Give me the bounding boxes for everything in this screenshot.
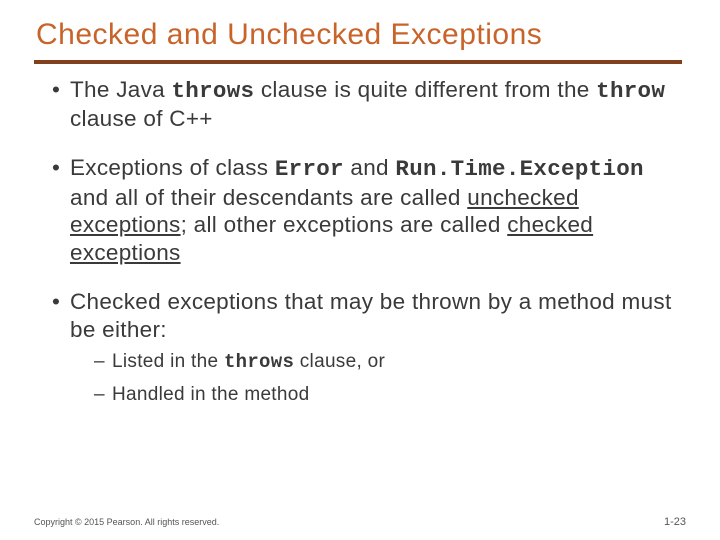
copyright-text: Copyright © 2015 Pearson. All rights res… (34, 517, 219, 527)
bullet-list: The Java throws clause is quite differen… (34, 76, 686, 408)
code-throw: throw (596, 78, 665, 104)
sub-bullet-2: Handled in the method (94, 382, 680, 408)
code-runtimeexception: Run.Time.Exception (395, 156, 643, 182)
text: Handled in the method (112, 384, 310, 405)
page-number: 1-23 (664, 516, 686, 528)
text: clause is quite different from the (254, 77, 596, 102)
text: The Java (70, 77, 172, 102)
text: and (344, 155, 396, 180)
slide: Checked and Unchecked Exceptions The Jav… (0, 0, 720, 540)
text: Checked exceptions that may be thrown by… (70, 289, 672, 341)
text: clause, or (294, 351, 385, 372)
text: ; all other exceptions are called (181, 212, 508, 237)
text: Exceptions of class (70, 155, 275, 180)
sub-bullet-list: Listed in the throws clause, or Handled … (70, 349, 680, 407)
sub-bullet-1: Listed in the throws clause, or (94, 349, 680, 376)
slide-title: Checked and Unchecked Exceptions (36, 18, 686, 52)
title-underline (34, 60, 682, 64)
bullet-3: Checked exceptions that may be thrown by… (52, 288, 680, 407)
bullet-1: The Java throws clause is quite differen… (52, 76, 680, 133)
code-throws: throws (224, 351, 294, 373)
text: Listed in the (112, 351, 224, 372)
code-error: Error (275, 156, 344, 182)
text: clause of C++ (70, 106, 213, 131)
text: and all of their descendants are called (70, 185, 467, 210)
footer: Copyright © 2015 Pearson. All rights res… (34, 516, 686, 528)
code-throws: throws (172, 78, 255, 104)
bullet-2: Exceptions of class Error and Run.Time.E… (52, 154, 680, 266)
